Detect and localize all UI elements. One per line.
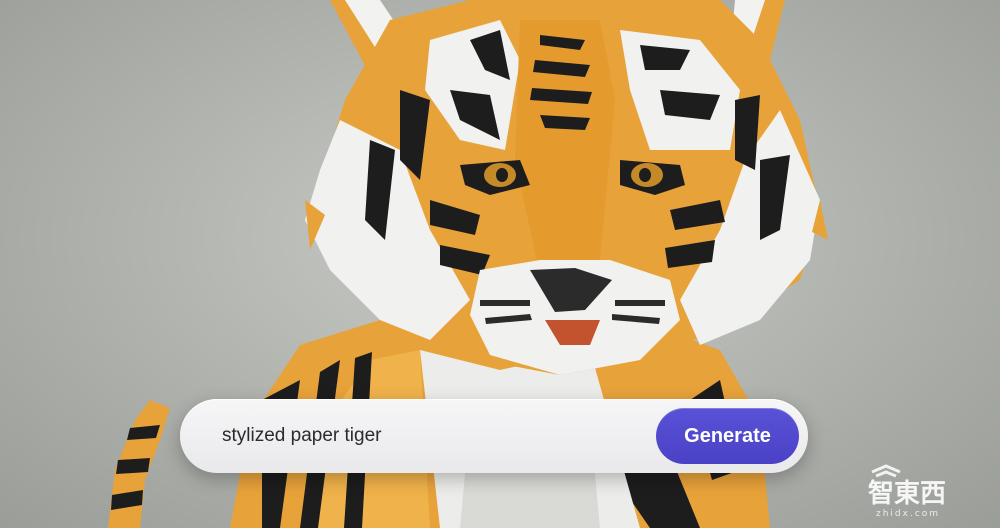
zhidx-logo: 智東西 zhidx.com: [868, 464, 946, 519]
generate-button[interactable]: Generate: [656, 408, 799, 464]
prompt-input[interactable]: [222, 421, 642, 451]
prompt-bar: Generate: [180, 399, 808, 473]
generated-image-canvas: Generate 智東西 zhidx.com: [0, 0, 1000, 528]
svg-text:智東西: 智東西: [868, 479, 946, 509]
svg-text:zhidx.com: zhidx.com: [876, 509, 940, 519]
